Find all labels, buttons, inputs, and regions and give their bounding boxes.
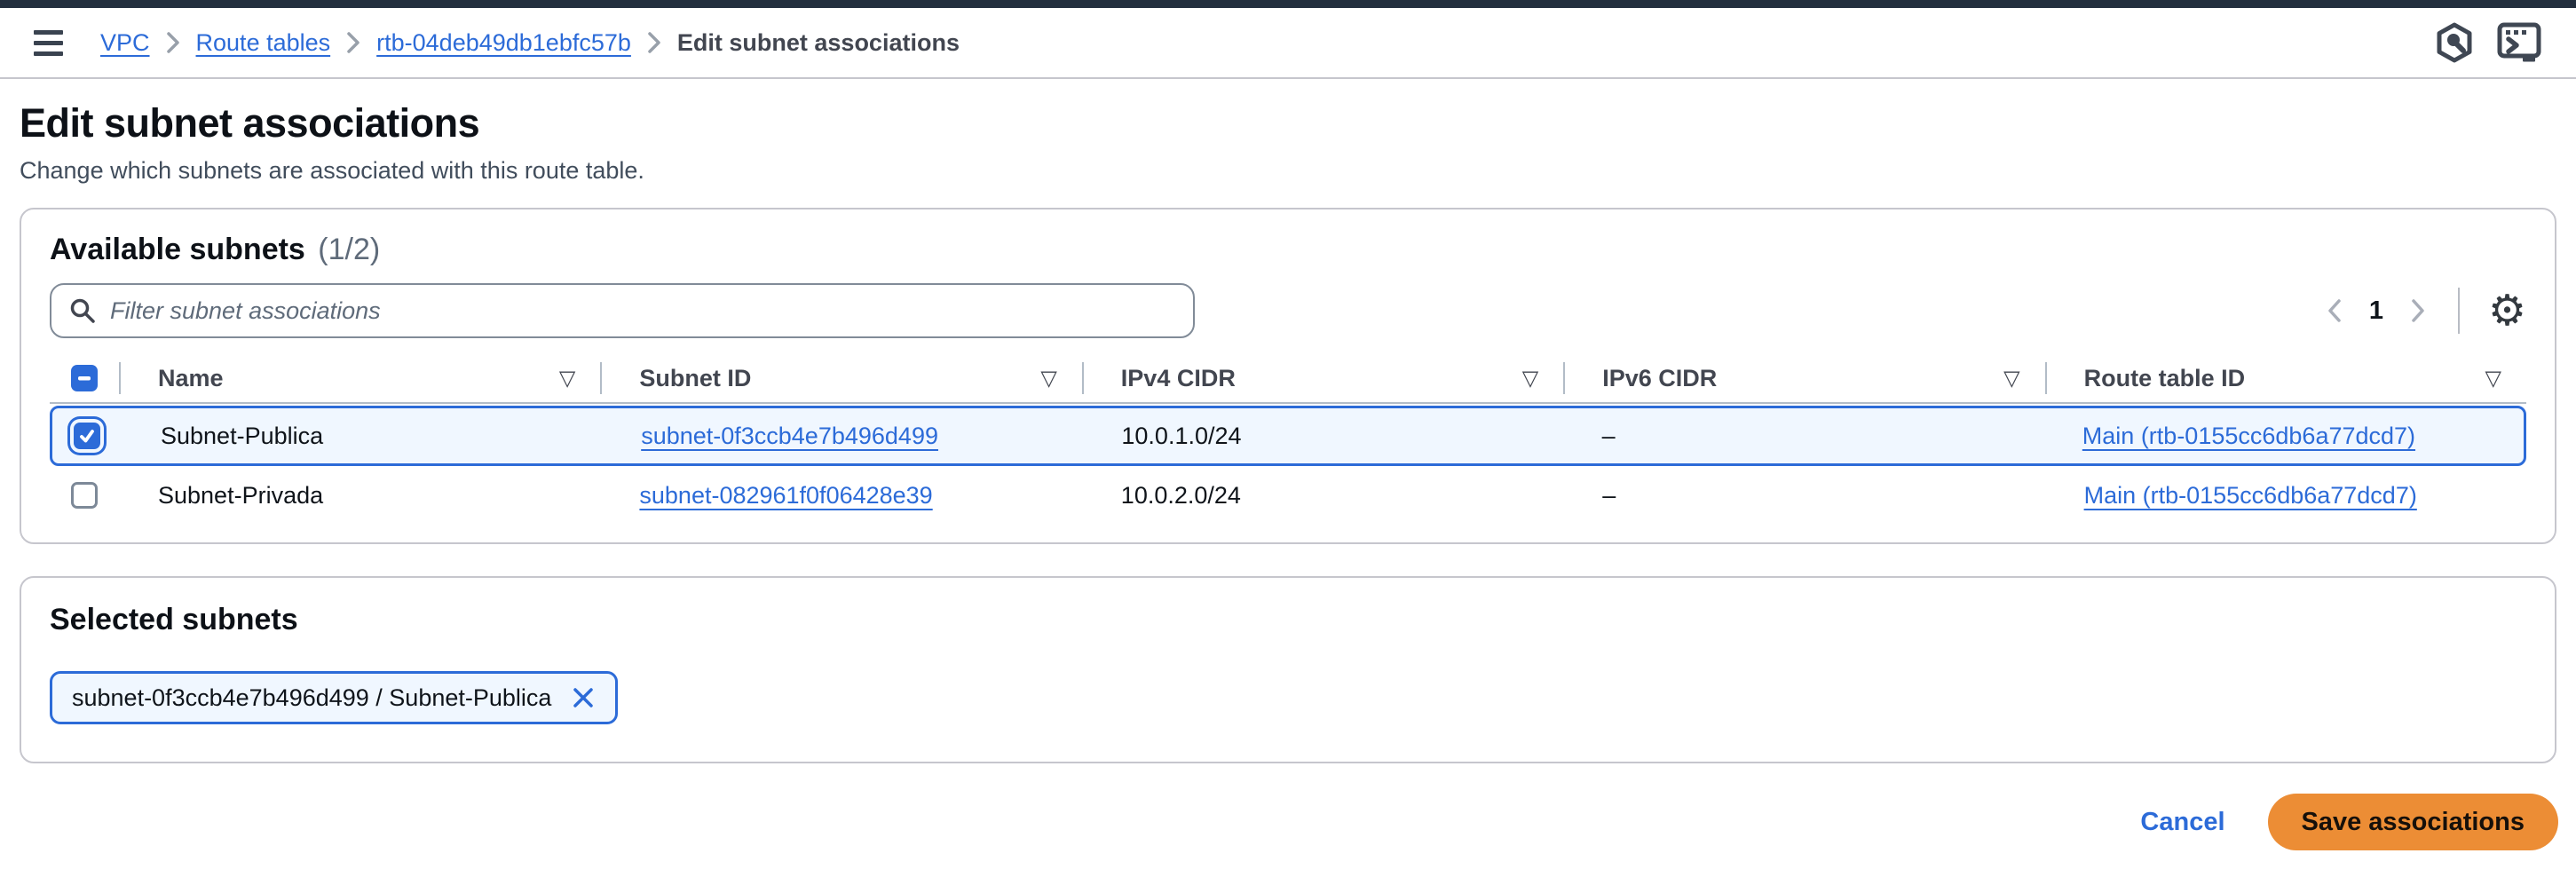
pagination: 1 ⚙	[2323, 288, 2526, 334]
route-table-link[interactable]: Main (rtb-0155cc6db6a77dcd7)	[2082, 423, 2415, 449]
column-header-ipv4-cidr[interactable]: IPv4 CIDR ▽	[1082, 360, 1563, 396]
breadcrumb: VPC Route tables rtb-04deb49db1ebfc57b E…	[100, 29, 960, 57]
filter-input-container	[50, 283, 1195, 338]
cell-ipv6-cidr: –	[1563, 482, 2044, 510]
cell-subnet-name: Subnet-Privada	[119, 482, 600, 510]
subnets-table: Name ▽ Subnet ID ▽ IPv4 CIDR ▽ IPv6 CIDR…	[50, 354, 2526, 525]
filter-subnet-input[interactable]	[110, 297, 1175, 325]
sort-icon[interactable]: ▽	[2485, 366, 2501, 391]
previous-page-icon[interactable]	[2323, 294, 2346, 328]
breadcrumb-link-route-tables[interactable]: Route tables	[196, 29, 331, 57]
column-header-name[interactable]: Name ▽	[119, 360, 600, 396]
selected-subnets-card: Selected subnets subnet-0f3ccb4e7b496d49…	[20, 576, 2556, 763]
selected-subnet-chip-label: subnet-0f3ccb4e7b496d499 / Subnet-Public…	[72, 684, 551, 712]
select-all-checkbox[interactable]	[71, 365, 98, 391]
cancel-button[interactable]: Cancel	[2140, 808, 2224, 837]
column-header-subnet-id[interactable]: Subnet ID ▽	[600, 360, 1081, 396]
table-row-subnet-privada[interactable]: Subnet-Privada subnet-082961f0f06428e39 …	[50, 466, 2526, 525]
search-icon	[69, 297, 96, 324]
subnet-id-link[interactable]: subnet-0f3ccb4e7b496d499	[641, 423, 938, 449]
toolbar-divider	[2458, 288, 2460, 334]
available-subnets-card: Available subnets (1/2) 1 ⚙	[20, 208, 2556, 544]
row-checkbox-checked[interactable]	[74, 423, 100, 449]
hamburger-menu-icon[interactable]	[34, 30, 63, 56]
settings-gear-icon[interactable]: ⚙	[2488, 289, 2526, 332]
cloudshell-icon[interactable]	[2496, 20, 2542, 65]
sort-icon[interactable]: ▽	[1522, 366, 1538, 391]
available-subnets-title: Available subnets	[50, 233, 305, 266]
route-table-link[interactable]: Main (rtb-0155cc6db6a77dcd7)	[2084, 482, 2417, 509]
current-page-number[interactable]: 1	[2369, 296, 2383, 326]
selected-subnets-title: Selected subnets	[50, 603, 2526, 637]
breadcrumb-current: Edit subnet associations	[677, 29, 960, 57]
column-header-ipv6-cidr[interactable]: IPv6 CIDR ▽	[1563, 360, 2044, 396]
subnet-id-link[interactable]: subnet-082961f0f06428e39	[639, 482, 932, 509]
table-row-subnet-publica[interactable]: Subnet-Publica subnet-0f3ccb4e7b496d499 …	[50, 406, 2526, 466]
breadcrumb-bar: VPC Route tables rtb-04deb49db1ebfc57b E…	[0, 8, 2576, 79]
page-subtitle: Change which subnets are associated with…	[20, 157, 2540, 185]
remove-subnet-icon[interactable]	[569, 684, 597, 712]
sort-icon[interactable]: ▽	[1040, 366, 1056, 391]
table-header-row: Name ▽ Subnet ID ▽ IPv4 CIDR ▽ IPv6 CIDR…	[50, 354, 2526, 404]
console-top-strip	[0, 0, 2576, 8]
save-associations-button[interactable]: Save associations	[2268, 794, 2558, 850]
row-checkbox-unchecked[interactable]	[71, 482, 98, 509]
cell-subnet-name: Subnet-Publica	[122, 423, 602, 450]
next-page-icon[interactable]	[2406, 294, 2430, 328]
page-title: Edit subnet associations	[20, 100, 2540, 146]
amazon-q-icon[interactable]	[2434, 21, 2475, 64]
available-subnets-counter: (1/2)	[318, 233, 380, 266]
column-header-route-table-id[interactable]: Route table ID ▽	[2045, 360, 2526, 396]
cell-ipv6-cidr: –	[1563, 423, 2043, 450]
breadcrumb-link-vpc[interactable]: VPC	[100, 29, 150, 57]
breadcrumb-link-route-table-id[interactable]: rtb-04deb49db1ebfc57b	[376, 29, 631, 57]
chevron-right-icon	[346, 31, 360, 54]
sort-icon[interactable]: ▽	[2003, 366, 2019, 391]
sort-icon[interactable]: ▽	[559, 366, 575, 391]
selected-subnet-chip: subnet-0f3ccb4e7b496d499 / Subnet-Public…	[50, 671, 618, 724]
chevron-right-icon	[166, 31, 180, 54]
cell-ipv4-cidr: 10.0.1.0/24	[1082, 423, 1562, 450]
chevron-right-icon	[647, 31, 661, 54]
cell-ipv4-cidr: 10.0.2.0/24	[1082, 482, 1563, 510]
